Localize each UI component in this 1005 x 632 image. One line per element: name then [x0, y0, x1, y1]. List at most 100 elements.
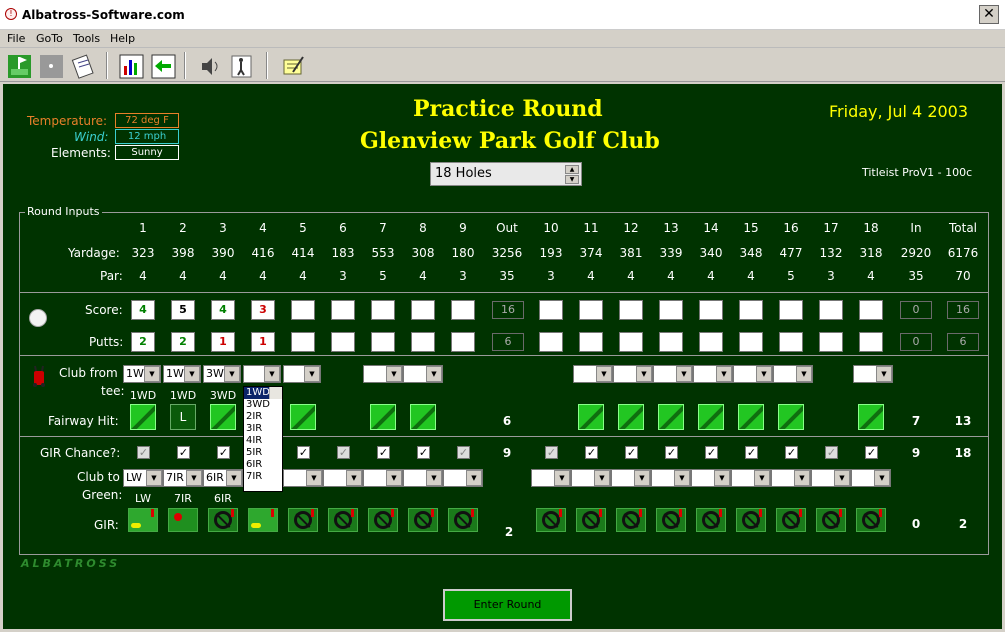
- notes-icon[interactable]: [70, 53, 95, 79]
- score-input[interactable]: [739, 300, 763, 320]
- tee-club-select[interactable]: ▼: [733, 365, 773, 383]
- putts-input[interactable]: [451, 332, 475, 352]
- score-input[interactable]: 3: [251, 300, 275, 320]
- holes-select[interactable]: 18 Holes ▲ ▼: [430, 162, 582, 186]
- gir-chance-checkbox[interactable]: ✓: [625, 446, 638, 459]
- putts-input[interactable]: [291, 332, 315, 352]
- dropdown-option[interactable]: 6IR: [244, 459, 282, 471]
- gir-miss-icon[interactable]: [168, 508, 198, 532]
- gir-no-chance-icon[interactable]: [408, 508, 438, 532]
- chevron-down-icon[interactable]: ▼: [554, 470, 570, 486]
- green-club-select[interactable]: 7IR ▼: [163, 469, 203, 487]
- enter-round-button[interactable]: Enter Round: [443, 589, 572, 621]
- dropdown-option[interactable]: 5IR: [244, 447, 282, 459]
- chevron-down-icon[interactable]: ▼: [426, 470, 442, 486]
- score-input[interactable]: [411, 300, 435, 320]
- score-input[interactable]: [451, 300, 475, 320]
- score-input[interactable]: 4: [131, 300, 155, 320]
- fairway-hit-toggle[interactable]: [130, 404, 156, 430]
- chevron-down-icon[interactable]: ▼: [184, 366, 200, 382]
- gir-no-chance-icon[interactable]: [328, 508, 358, 532]
- menu-help[interactable]: Help: [110, 32, 135, 45]
- chevron-down-icon[interactable]: ▼: [674, 470, 690, 486]
- tee-club-select[interactable]: ▼: [403, 365, 443, 383]
- fairway-hit-toggle[interactable]: [370, 404, 396, 430]
- fairway-miss-left[interactable]: L: [170, 404, 196, 430]
- score-input[interactable]: [371, 300, 395, 320]
- spin-up-icon[interactable]: ▲: [565, 165, 579, 174]
- chevron-down-icon[interactable]: ▼: [596, 366, 612, 382]
- fairway-hit-toggle[interactable]: [778, 404, 804, 430]
- tee-club-select[interactable]: 1W ▼: [163, 365, 201, 383]
- fairway-hit-toggle[interactable]: [738, 404, 764, 430]
- chevron-down-icon[interactable]: ▼: [594, 470, 610, 486]
- tee-club-select[interactable]: ▼: [613, 365, 653, 383]
- tee-club-select[interactable]: ▼: [693, 365, 733, 383]
- gir-no-chance-icon[interactable]: [448, 508, 478, 532]
- chevron-down-icon[interactable]: ▼: [834, 470, 850, 486]
- green-club-select[interactable]: ▼: [283, 469, 323, 487]
- menu-tools[interactable]: Tools: [73, 32, 100, 45]
- spin-down-icon[interactable]: ▼: [565, 175, 579, 184]
- green-club-select[interactable]: ▼: [403, 469, 443, 487]
- gir-chance-checkbox[interactable]: ✓: [785, 446, 798, 459]
- gir-chance-checkbox[interactable]: ✓: [745, 446, 758, 459]
- tee-club-select[interactable]: ▼: [853, 365, 893, 383]
- green-club-select[interactable]: ▼: [443, 469, 483, 487]
- speaker-icon[interactable]: [196, 53, 221, 78]
- putts-input[interactable]: 2: [131, 332, 155, 352]
- gir-chance-checkbox[interactable]: ✓: [177, 446, 190, 459]
- chevron-down-icon[interactable]: ▼: [146, 470, 162, 486]
- green-club-select[interactable]: ▼: [851, 469, 891, 487]
- menu-goto[interactable]: GoTo: [36, 32, 63, 45]
- green-club-select[interactable]: ▼: [363, 469, 403, 487]
- scorecard-icon[interactable]: [38, 53, 63, 78]
- chevron-down-icon[interactable]: ▼: [754, 470, 770, 486]
- tee-club-select[interactable]: ▼: [573, 365, 613, 383]
- gir-chance-checkbox[interactable]: ✓: [417, 446, 430, 459]
- gir-chance-checkbox[interactable]: ✓: [705, 446, 718, 459]
- chevron-down-icon[interactable]: ▼: [306, 470, 322, 486]
- close-button[interactable]: ✕: [979, 5, 999, 24]
- fairway-hit-toggle[interactable]: [578, 404, 604, 430]
- gir-hit-icon[interactable]: [128, 508, 158, 532]
- golfer-icon[interactable]: [228, 53, 253, 78]
- gir-no-chance-icon[interactable]: [816, 508, 846, 532]
- chevron-down-icon[interactable]: ▼: [226, 470, 242, 486]
- putts-input[interactable]: [659, 332, 683, 352]
- tee-club-dropdown-list[interactable]: 1WD 3WD 2IR 3IR 4IR 5IR 6IR 7IR: [243, 386, 283, 492]
- gir-no-chance-icon[interactable]: [616, 508, 646, 532]
- gir-hit-icon[interactable]: [248, 508, 278, 532]
- score-input[interactable]: 5: [171, 300, 195, 320]
- putts-input[interactable]: [331, 332, 355, 352]
- chevron-down-icon[interactable]: ▼: [876, 366, 892, 382]
- putts-input[interactable]: 2: [171, 332, 195, 352]
- putts-input[interactable]: 1: [211, 332, 235, 352]
- chevron-down-icon[interactable]: ▼: [634, 470, 650, 486]
- fairway-hit-toggle[interactable]: [858, 404, 884, 430]
- score-input[interactable]: [819, 300, 843, 320]
- gir-no-chance-icon[interactable]: [536, 508, 566, 532]
- green-club-select[interactable]: ▼: [323, 469, 363, 487]
- putts-input[interactable]: [411, 332, 435, 352]
- gir-chance-checkbox[interactable]: ✓: [297, 446, 310, 459]
- tee-club-select[interactable]: ▼: [773, 365, 813, 383]
- golf-course-icon[interactable]: [6, 53, 31, 78]
- score-input[interactable]: 4: [211, 300, 235, 320]
- score-input[interactable]: [659, 300, 683, 320]
- chevron-down-icon[interactable]: ▼: [224, 366, 240, 382]
- chevron-down-icon[interactable]: ▼: [426, 366, 442, 382]
- score-input[interactable]: [779, 300, 803, 320]
- tee-club-select[interactable]: ▼: [363, 365, 403, 383]
- chevron-down-icon[interactable]: ▼: [756, 366, 772, 382]
- putts-input[interactable]: [819, 332, 843, 352]
- tee-club-select[interactable]: 1W ▼: [123, 365, 161, 383]
- gir-no-chance-icon[interactable]: [656, 508, 686, 532]
- chevron-down-icon[interactable]: ▼: [794, 470, 810, 486]
- score-input[interactable]: [699, 300, 723, 320]
- chevron-down-icon[interactable]: ▼: [466, 470, 482, 486]
- temperature-field[interactable]: 72 deg F: [115, 113, 179, 128]
- green-club-select[interactable]: ▼: [651, 469, 691, 487]
- score-input[interactable]: [331, 300, 355, 320]
- elements-field[interactable]: Sunny: [115, 145, 179, 160]
